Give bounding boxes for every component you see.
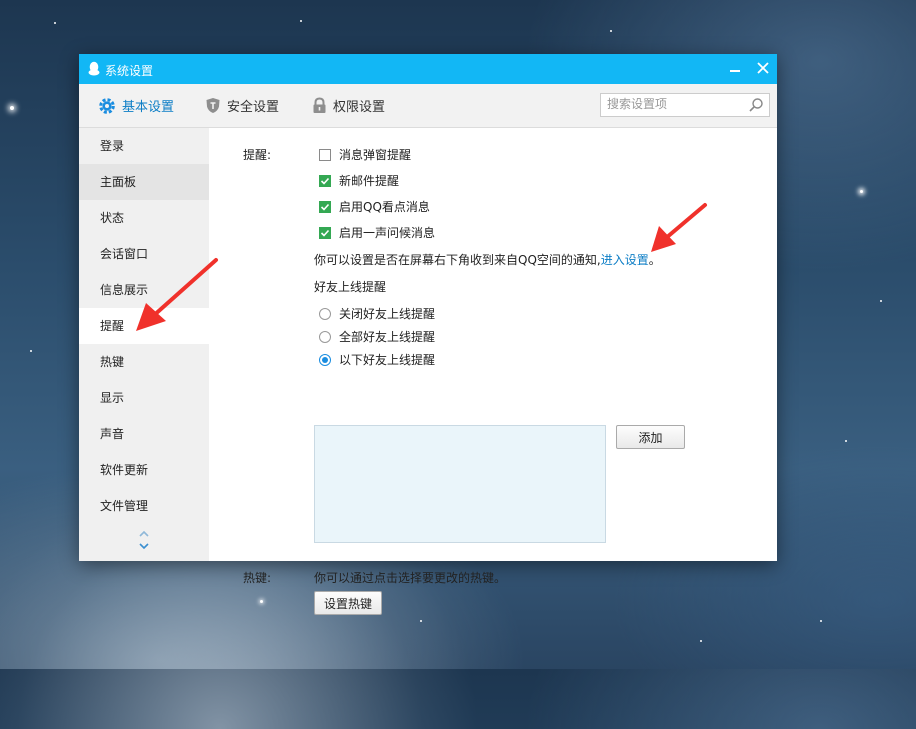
star bbox=[420, 620, 422, 622]
chevron-up-icon[interactable] bbox=[137, 528, 151, 540]
annotation-arrow-icon bbox=[651, 203, 707, 252]
search-input[interactable] bbox=[601, 94, 749, 114]
friend-online-title: 好友上线提醒 bbox=[314, 280, 387, 294]
checkbox-label: 启用QQ看点消息 bbox=[339, 200, 430, 214]
shield-icon bbox=[205, 97, 221, 114]
tab-bar: 基本设置 安全设置 权限设置 bbox=[79, 84, 777, 128]
tab-basic-settings[interactable]: 基本设置 bbox=[98, 84, 174, 127]
radio-button[interactable] bbox=[319, 353, 331, 366]
checkmark-icon bbox=[320, 203, 330, 211]
sidebar-item-display[interactable]: 显示 bbox=[79, 380, 209, 416]
reminder-section-label: 提醒: bbox=[243, 148, 272, 162]
radio-following-friends-online[interactable]: 以下好友上线提醒 bbox=[319, 351, 435, 368]
search-box[interactable] bbox=[600, 93, 770, 117]
annotation-arrow-icon bbox=[136, 258, 218, 331]
hotkey-section-label: 热键: bbox=[243, 571, 272, 585]
sidebar: 登录 主面板 状态 会话窗口 信息展示 提醒 热键 显示 声音 软件更新 文件管… bbox=[79, 128, 209, 561]
radio-label: 关闭好友上线提醒 bbox=[339, 307, 436, 321]
tab-label: 基本设置 bbox=[122, 100, 175, 115]
star bbox=[880, 300, 882, 302]
checkmark-icon bbox=[320, 177, 330, 185]
sidebar-item-status[interactable]: 状态 bbox=[79, 200, 209, 236]
star bbox=[54, 22, 56, 24]
checkbox-label: 启用一声问候消息 bbox=[339, 226, 436, 240]
star bbox=[300, 20, 302, 22]
checkbox[interactable] bbox=[319, 200, 331, 213]
checkbox-message-popup[interactable]: 消息弹窗提醒 bbox=[319, 146, 411, 163]
star bbox=[10, 106, 14, 110]
checkbox[interactable] bbox=[319, 226, 331, 239]
sidebar-item-login[interactable]: 登录 bbox=[79, 128, 209, 164]
tab-label: 权限设置 bbox=[333, 100, 386, 115]
add-friend-button[interactable]: 添加 bbox=[616, 425, 685, 449]
sidebar-item-hotkeys[interactable]: 热键 bbox=[79, 344, 209, 380]
tab-security-settings[interactable]: 安全设置 bbox=[205, 84, 279, 127]
sidebar-scroll-controls bbox=[137, 528, 151, 552]
star bbox=[860, 190, 863, 193]
hotkey-description: 你可以通过点击选择要更改的热键。 bbox=[314, 571, 507, 585]
star bbox=[700, 640, 702, 642]
close-icon bbox=[757, 62, 769, 74]
friend-list-box[interactable] bbox=[314, 425, 606, 543]
enter-settings-link[interactable]: 进入设置 bbox=[601, 253, 649, 267]
sidebar-item-file-management[interactable]: 文件管理 bbox=[79, 488, 209, 524]
radio-button[interactable] bbox=[319, 307, 331, 320]
search-icon[interactable] bbox=[748, 97, 764, 116]
set-hotkey-button[interactable]: 设置热键 bbox=[314, 591, 382, 615]
checkmark-icon bbox=[320, 229, 330, 237]
radio-disable-friend-online[interactable]: 关闭好友上线提醒 bbox=[319, 305, 435, 322]
window-title: 系统设置 bbox=[105, 64, 154, 78]
qq-penguin-icon bbox=[88, 61, 100, 79]
qzone-notice: 你可以设置是否在屏幕右下角收到来自QQ空间的通知,进入设置。 bbox=[314, 251, 661, 268]
minimize-button[interactable] bbox=[725, 58, 747, 80]
checkbox-qq-kandian[interactable]: 启用QQ看点消息 bbox=[319, 198, 430, 215]
tab-permission-settings[interactable]: 权限设置 bbox=[312, 84, 385, 127]
sidebar-item-sound[interactable]: 声音 bbox=[79, 416, 209, 452]
lock-icon bbox=[312, 97, 327, 114]
sidebar-item-software-update[interactable]: 软件更新 bbox=[79, 452, 209, 488]
checkbox[interactable] bbox=[319, 174, 331, 187]
settings-content: 提醒: 消息弹窗提醒 新邮件提醒 启用QQ看点消息 启用一声问候消息 你可以设置… bbox=[209, 128, 777, 615]
chevron-down-icon[interactable] bbox=[137, 540, 151, 552]
radio-label: 以下好友上线提醒 bbox=[339, 353, 436, 367]
checkbox[interactable] bbox=[319, 148, 331, 161]
title-bar[interactable]: 系统设置 bbox=[79, 54, 777, 84]
star bbox=[30, 350, 32, 352]
close-button[interactable] bbox=[752, 57, 774, 79]
star bbox=[845, 440, 847, 442]
radio-button[interactable] bbox=[319, 330, 331, 343]
star bbox=[260, 600, 263, 603]
qzone-notice-text: 你可以设置是否在屏幕右下角收到来自QQ空间的通知, bbox=[314, 253, 601, 267]
checkbox-label: 新邮件提醒 bbox=[339, 174, 400, 188]
star bbox=[820, 620, 822, 622]
checkbox-new-mail[interactable]: 新邮件提醒 bbox=[319, 172, 399, 189]
star bbox=[610, 30, 612, 32]
radio-label: 全部好友上线提醒 bbox=[339, 330, 436, 344]
checkbox-label: 消息弹窗提醒 bbox=[339, 148, 412, 162]
checkbox-greeting-message[interactable]: 启用一声问候消息 bbox=[319, 224, 435, 241]
radio-all-friends-online[interactable]: 全部好友上线提醒 bbox=[319, 328, 435, 345]
gear-icon bbox=[98, 97, 116, 115]
sidebar-item-main-panel[interactable]: 主面板 bbox=[79, 164, 209, 200]
tab-label: 安全设置 bbox=[227, 100, 280, 115]
